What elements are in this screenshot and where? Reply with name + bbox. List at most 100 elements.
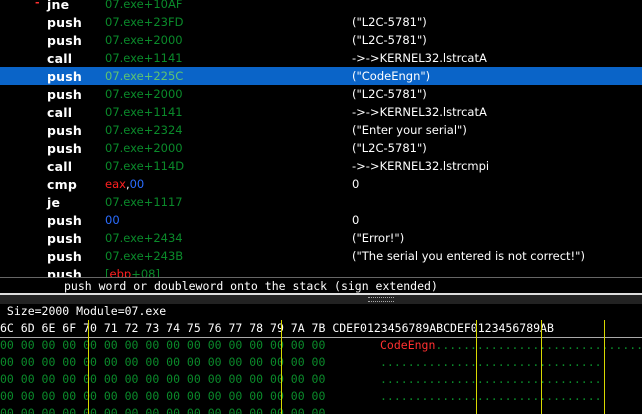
instruction-mnemonic: push [47,33,82,48]
operand-part: eax [105,177,126,191]
instruction-comment: ("The serial you entered is not correct!… [352,249,585,263]
dump-ascii: ................................ [380,406,602,414]
disasm-row[interactable]: push 07.exe+2324 ("Enter your serial") [0,121,642,139]
dump-hex-bytes: 00 00 00 00 00 00 00 00 00 00 00 00 00 0… [0,338,333,352]
dump-ascii-dots: ................................ [380,355,602,369]
instruction-comment: ->->KERNEL32.lstrcatA [352,105,487,119]
instruction-operand: 07.exe+1141 [105,51,183,65]
instruction-comment: 0 [352,213,360,227]
dump-row[interactable]: 00 00 00 00 00 00 00 00 00 00 00 00 00 0… [0,406,642,414]
instruction-mnemonic: push [47,213,82,228]
status-text: push word or doubleword onto the stack (… [64,279,438,293]
disassembly-view[interactable]: - jne 07.exe+10AF push 07.exe+23FD ("L2C-5781… [0,0,642,277]
dump-hex-bytes: 00 00 00 00 00 00 00 00 00 00 00 00 00 0… [0,372,333,386]
operand-part: ebp [109,267,132,277]
instruction-mnemonic: push [47,123,82,138]
instruction-comment: ->->KERNEL32.lstrcmpi [352,159,490,173]
dump-hex-bytes: 00 00 00 00 00 00 00 00 00 00 00 00 00 0… [0,406,333,414]
instruction-operand: 07.exe+225C [105,69,184,83]
dump-row[interactable]: 00 00 00 00 00 00 00 00 00 00 00 00 00 0… [0,389,642,406]
disasm-row[interactable]: je 07.exe+1117 [0,193,642,211]
disasm-row[interactable]: call 07.exe+1141 ->->KERNEL32.lstrcatA [0,49,642,67]
jump-arrow-icon: - [35,0,40,9]
disasm-row[interactable]: push [ebp+08] [0,265,642,277]
operand-part: +08] [131,267,160,277]
column-separator [541,320,542,414]
instruction-mnemonic: call [47,51,73,66]
instruction-mnemonic: push [47,231,82,246]
instruction-status-bar: push word or doubleword onto the stack (… [0,277,642,293]
instruction-comment: ("L2C-5781") [352,33,427,47]
column-separator [476,320,477,414]
instruction-operand: 07.exe+2000 [105,141,183,155]
disasm-row[interactable]: push 07.exe+225C ("CodeEngn") [0,67,642,85]
dump-ascii-dots: ................................ [435,338,642,352]
column-separator [281,320,282,414]
instruction-mnemonic: push [47,267,82,277]
splitter-grip-icon [368,297,394,302]
dump-ascii-dots: ................................ [380,389,602,403]
instruction-comment: ("CodeEngn") [352,69,431,83]
instruction-comment: ("L2C-5781") [352,141,427,155]
instruction-operand: 07.exe+1117 [105,195,183,209]
disasm-row[interactable]: cmp eax,00 0 [0,175,642,193]
instruction-comment: ("Error!") [352,231,405,245]
dump-ascii: CodeEngn................................ [380,338,642,352]
dump-hex-bytes: 00 00 00 00 00 00 00 00 00 00 00 00 00 0… [0,389,333,403]
disasm-row[interactable]: push 07.exe+243B ("The serial you entered … [0,247,642,265]
instruction-mnemonic: je [47,195,61,210]
dump-ascii: ................................ [380,372,602,386]
instruction-operand: [ebp+08] [105,267,160,277]
instruction-operand: 07.exe+1141 [105,105,183,119]
instruction-operand: 07.exe+2000 [105,87,183,101]
disasm-row[interactable]: push 07.exe+2000 ("L2C-5781") [0,31,642,49]
dump-ascii-dots: ................................ [380,372,602,386]
dump-ascii: ................................ [380,389,602,403]
dump-ascii: ................................ [380,355,602,369]
instruction-operand: 07.exe+10AF [105,0,183,11]
dump-row[interactable]: 00 00 00 00 00 00 00 00 00 00 00 00 00 0… [0,355,642,372]
instruction-mnemonic: call [47,105,73,120]
disasm-row[interactable]: push 00 0 [0,211,642,229]
column-separator [88,320,89,414]
instruction-comment: ("L2C-5781") [352,87,427,101]
disasm-row[interactable]: push 07.exe+2434 ("Error!") [0,229,642,247]
instruction-mnemonic: push [47,69,82,84]
column-separator [604,320,605,414]
instruction-comment: 0 [352,177,360,191]
instruction-mnemonic: cmp [47,177,77,192]
instruction-mnemonic: push [47,141,82,156]
instruction-comment: ("L2C-5781") [352,15,427,29]
operand-part: 00 [129,177,145,191]
instruction-comment: ->->KERNEL32.lstrcatA [352,51,487,65]
dump-ascii-dots: ................................ [380,406,602,414]
instruction-mnemonic: push [47,15,82,30]
disasm-row[interactable]: push 07.exe+2000 ("L2C-5781") [0,139,642,157]
instruction-operand: 00 [105,213,120,227]
instruction-operand: 07.exe+2000 [105,33,183,47]
instruction-operand: 07.exe+2324 [105,123,183,137]
dump-ascii-string: CodeEngn [380,338,436,352]
dump-row[interactable]: 00 00 00 00 00 00 00 00 00 00 00 00 00 0… [0,338,642,355]
instruction-mnemonic: call [47,159,73,174]
disasm-row[interactable]: push 07.exe+23FD ("L2C-5781") [0,13,642,31]
disasm-row[interactable]: - jne 07.exe+10AF [0,0,642,13]
instruction-mnemonic: push [47,249,82,264]
instruction-operand: 07.exe+2434 [105,231,183,245]
instruction-comment: ("Enter your serial") [352,123,467,137]
instruction-operand: eax,00 [105,177,144,191]
instruction-mnemonic: push [47,87,82,102]
disasm-row[interactable]: call 07.exe+1141 ->->KERNEL32.lstrcatA [0,103,642,121]
operand-part: 00 [105,213,120,227]
disasm-row[interactable]: push 07.exe+2000 ("L2C-5781") [0,85,642,103]
instruction-mnemonic: jne [47,0,70,12]
dump-header: 6C 6D 6E 6F 70 71 72 73 74 75 76 77 78 7… [0,321,642,338]
memory-dump-view[interactable]: Size=2000 Module=07.exe 6C 6D 6E 6F 70 7… [0,304,642,414]
instruction-operand: 07.exe+243B [105,249,184,263]
disasm-row[interactable]: call 07.exe+114D ->->KERNEL32.lstrcmpi [0,157,642,175]
instruction-operand: 07.exe+114D [105,159,185,173]
dump-hex-bytes: 00 00 00 00 00 00 00 00 00 00 00 00 00 0… [0,355,333,369]
dump-info: Size=2000 Module=07.exe [0,304,167,318]
dump-row[interactable]: 00 00 00 00 00 00 00 00 00 00 00 00 00 0… [0,372,642,389]
instruction-operand: 07.exe+23FD [105,15,184,29]
